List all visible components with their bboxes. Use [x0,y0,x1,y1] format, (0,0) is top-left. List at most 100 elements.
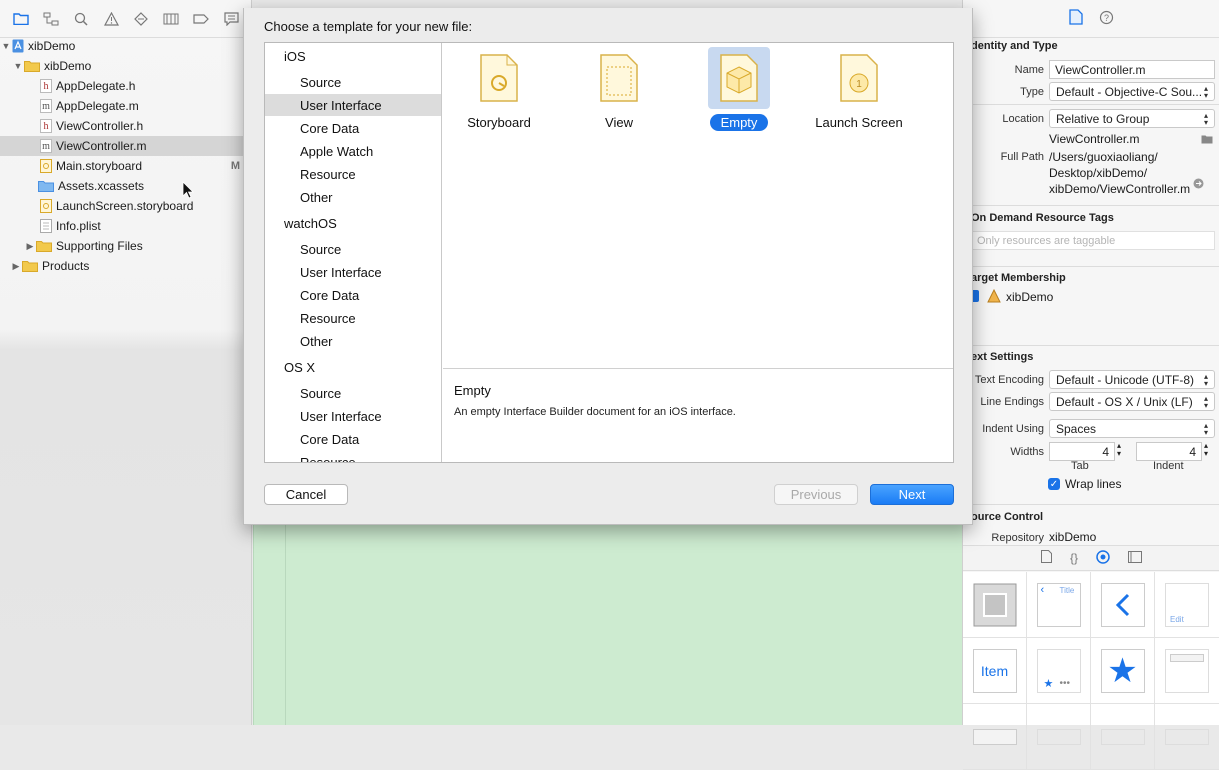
library-tab-bar-icon-item[interactable]: ★ [1091,638,1155,704]
wrap-lines-checkbox[interactable]: ✓ [1048,478,1060,490]
reveal-folder-icon[interactable] [1201,133,1213,147]
category-item[interactable]: Apple Watch [265,140,441,162]
tree-row-file[interactable]: m AppDelegate.m [0,96,252,116]
name-label: Name [1014,64,1044,76]
library-item[interactable] [1027,704,1091,770]
indent-width-field[interactable]: 4 [1136,442,1202,461]
file-inspector: ? dentity and Type Name ViewController.m… [962,0,1219,770]
code-snippet-icon[interactable]: {} [1070,551,1078,565]
category-item[interactable]: Resource [265,307,441,329]
category-item[interactable]: Resource [265,451,441,463]
tree-row-project[interactable]: ▼ xibDemo [0,36,252,56]
disclosure-closed-icon[interactable]: ▶ [24,241,36,252]
symbol-navigator-icon[interactable] [36,6,66,32]
new-file-template-sheet: Choose a template for your new file: iOS… [243,8,973,525]
header-file-icon: h [40,79,52,93]
type-popup[interactable]: Default - Objective-C Sou... ▴ ▾ [1049,82,1215,101]
folder-icon[interactable] [6,6,36,32]
library-back-button-item[interactable] [1091,572,1155,638]
library-search-bar-item[interactable] [1155,638,1219,704]
empty-template-icon [708,47,770,109]
tree-row-group-products[interactable]: ▶ Products [0,256,252,276]
template-empty-selected[interactable]: Empty [679,47,799,133]
reveal-arrow-icon[interactable] [1193,178,1204,192]
tree-row-file[interactable]: h AppDelegate.h [0,76,252,96]
repository-value: xibDemo [1049,530,1097,544]
library-tab-bar-item[interactable]: ★ ••• [1027,638,1091,704]
line-endings-popup[interactable]: Default - OS X / Unix (LF) ▴ ▾ [1049,392,1215,411]
library-item[interactable] [1155,704,1219,770]
library-toolbar-item[interactable] [963,704,1027,770]
library-navigation-bar-item[interactable]: ‹ Title [1027,572,1091,638]
library-view-item[interactable] [963,572,1027,638]
tree-row-file-selected[interactable]: m ViewController.m [0,136,252,156]
category-item[interactable]: Core Data [265,117,441,139]
library-item[interactable] [1091,704,1155,770]
disclosure-open-icon[interactable]: ▼ [0,41,12,51]
category-item-selected[interactable]: User Interface [265,94,441,116]
indent-using-popup[interactable]: Spaces ▴ ▾ [1049,419,1215,438]
template-view[interactable]: View [559,47,679,133]
report-icon[interactable] [216,6,246,32]
category-item[interactable]: User Interface [265,261,441,283]
tree-row-file[interactable]: LaunchScreen.storyboard [0,196,252,216]
location-label: Location [1002,113,1044,125]
object-library-icon[interactable] [1096,549,1110,567]
sheet-title: Choose a template for your new file: [264,19,473,34]
category-item[interactable]: Other [265,186,441,208]
tree-label: xibDemo [44,59,92,73]
debug-navigator-icon[interactable] [156,6,186,32]
library-edit-item[interactable]: Edit [1155,572,1219,638]
disclosure-open-icon[interactable]: ▼ [12,61,24,71]
type-value: Default - Objective-C Sou... [1056,84,1203,99]
template-label: Empty [709,114,769,131]
quick-help-icon[interactable]: ? [1099,10,1114,28]
category-item[interactable]: Source [265,238,441,260]
divider [963,104,1219,105]
location-popup[interactable]: Relative to Group ▴ ▾ [1049,109,1215,128]
search-icon[interactable] [66,6,96,32]
text-encoding-popup[interactable]: Default - Unicode (UTF-8) ▴ ▾ [1049,370,1215,389]
media-library-icon[interactable] [1128,550,1142,566]
category-item[interactable]: Resource [265,163,441,185]
name-field[interactable]: ViewController.m [1049,60,1215,79]
template-launch-screen[interactable]: 1 Launch Screen [799,47,919,133]
tab-width-stepper[interactable]: ▴ ▾ [1117,442,1121,458]
warning-icon[interactable] [96,6,126,32]
template-storyboard[interactable]: Storyboard [439,47,559,133]
tab-width-field[interactable]: 4 [1049,442,1115,461]
implementation-file-icon: m [40,139,52,153]
breakpoint-icon[interactable] [186,6,216,32]
library-bar-button-item[interactable]: Item [963,638,1027,704]
tree-row-group-supporting[interactable]: ▶ Supporting Files [0,236,252,256]
category-item[interactable]: User Interface [265,405,441,427]
wrap-lines-label: Wrap lines [1065,477,1122,491]
category-item[interactable]: Other [265,330,441,352]
popup-arrows-icon: ▴ ▾ [1203,393,1208,410]
tree-label: ViewController.m [56,139,147,153]
category-item[interactable]: Core Data [265,428,441,450]
tree-row-file[interactable]: Assets.xcassets [0,176,252,196]
category-item[interactable]: Source [265,382,441,404]
disclosure-closed-icon[interactable]: ▶ [10,261,22,272]
tree-row-file[interactable]: Info.plist [0,216,252,236]
file-inspector-icon[interactable] [1068,9,1083,28]
tree-row-group-xibdemo[interactable]: ▼ xibDemo [0,56,252,76]
launch-screen-template-icon: 1 [828,47,890,109]
tree-row-file[interactable]: h ViewController.h [0,116,252,136]
category-item[interactable]: Core Data [265,284,441,306]
indent-width-stepper[interactable]: ▴ ▾ [1204,442,1208,458]
header-file-icon: h [40,119,52,133]
inspector-tabs: ? [963,0,1219,38]
library-tabs: {} [963,545,1219,571]
next-button[interactable]: Next [870,484,954,505]
test-navigator-icon[interactable] [126,6,156,32]
text-encoding-label: Text Encoding [974,374,1044,386]
previous-button[interactable]: Previous [774,484,858,505]
template-label: Storyboard [467,115,531,130]
file-template-icon[interactable] [1040,550,1052,566]
toolbar-thumb [972,728,1017,745]
cancel-button[interactable]: Cancel [264,484,348,505]
category-item[interactable]: Source [265,71,441,93]
tree-row-file[interactable]: Main.storyboard M [0,156,252,176]
